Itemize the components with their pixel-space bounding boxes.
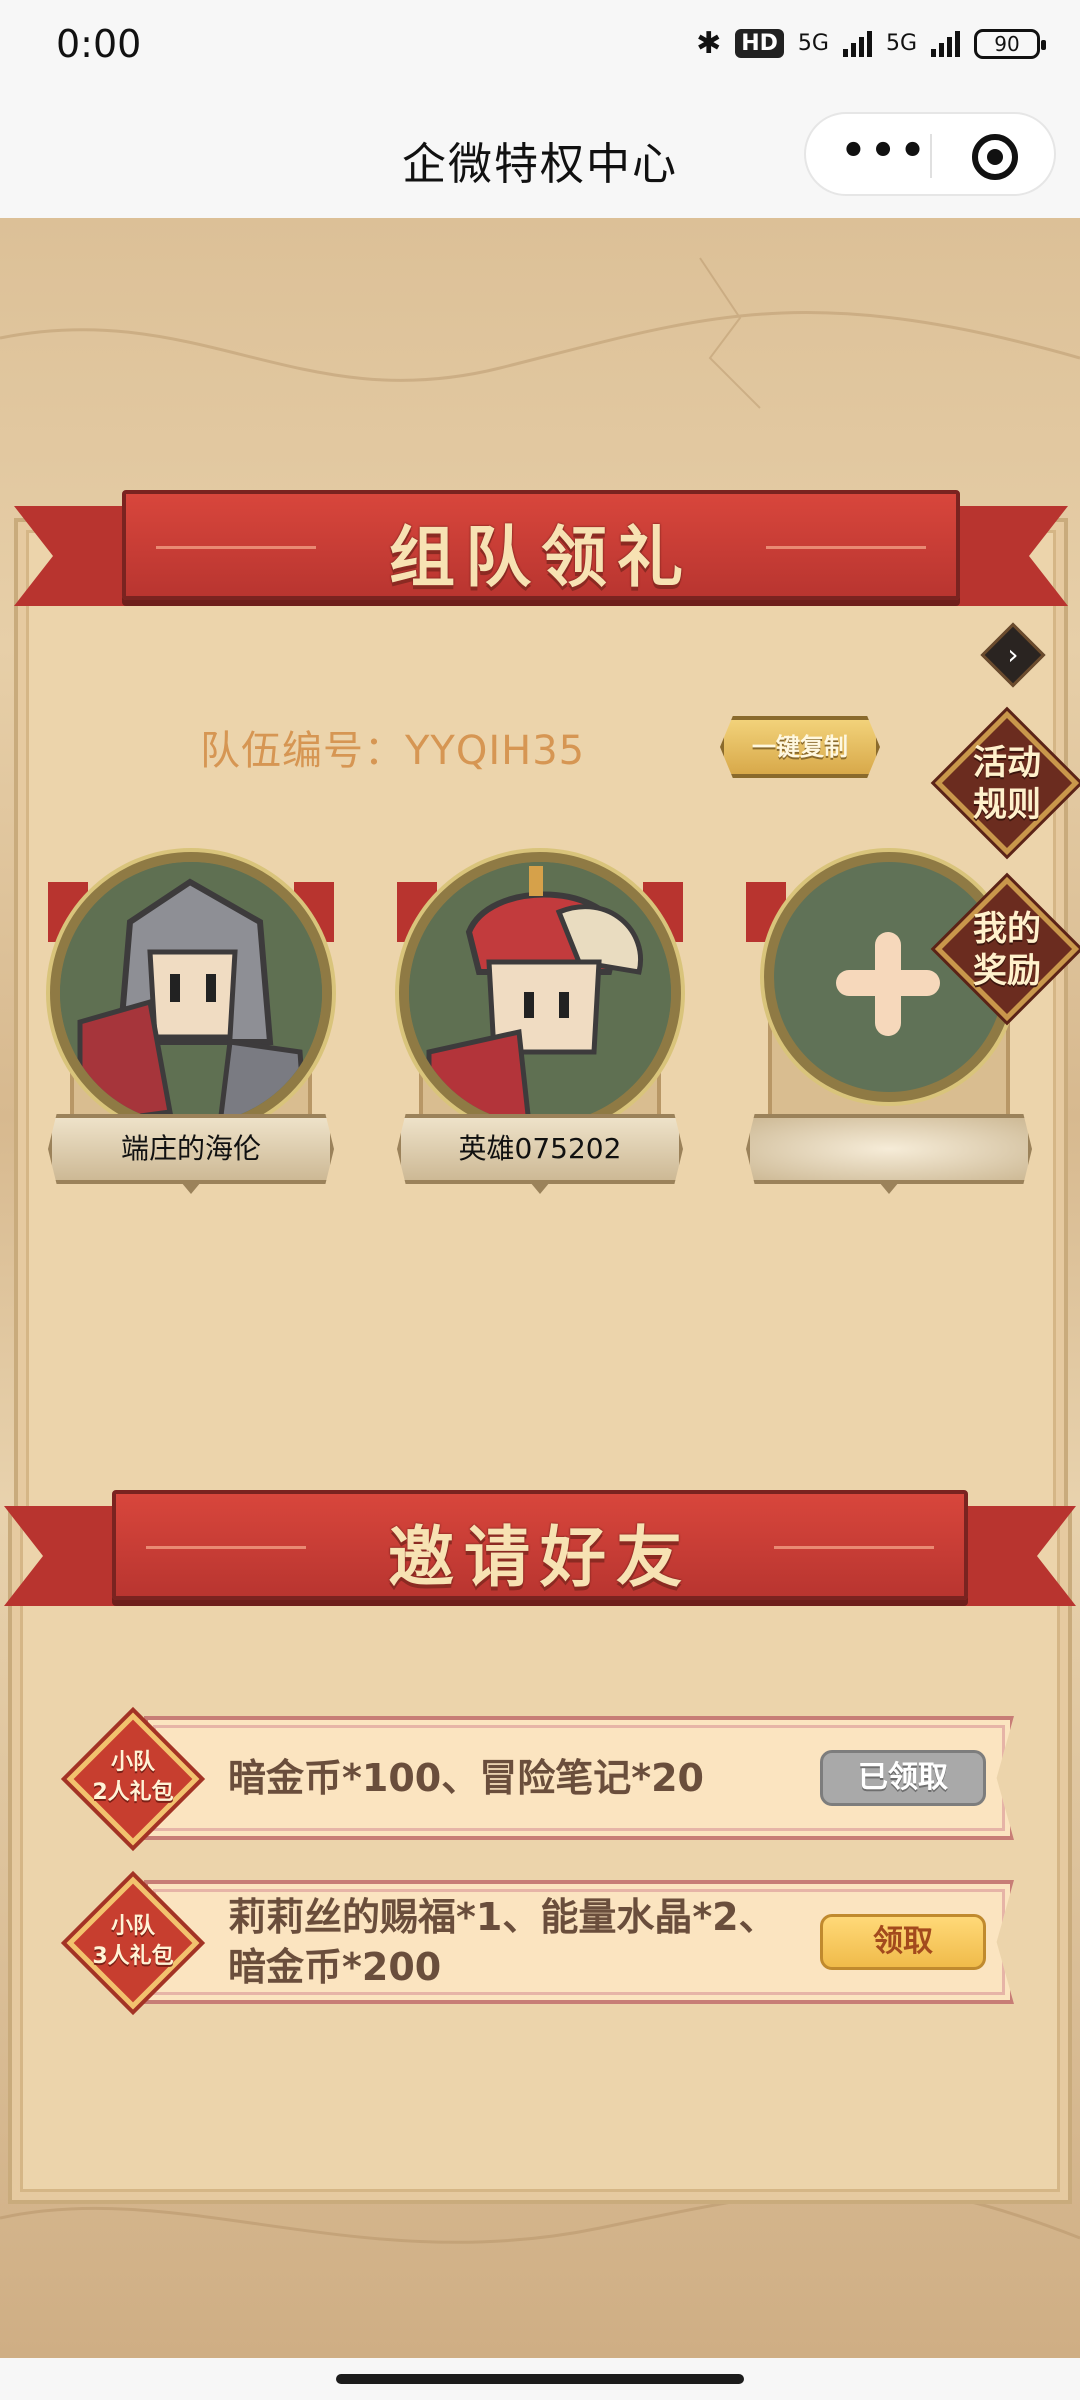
gift-badge-label: 小队 3人礼包: [92, 1914, 174, 1969]
gift-description: 莉莉丝的赐福*1、能量水晶*2、 暗金币*200: [228, 1895, 777, 1989]
claimed-button[interactable]: 已领取: [820, 1750, 986, 1806]
gift-row-3-person: 小队 3人礼包 莉莉丝的赐福*1、能量水晶*2、 暗金币*200 领取: [64, 1874, 1024, 2010]
more-dots-icon[interactable]: •••: [840, 131, 930, 174]
member-name-empty: [746, 1114, 1032, 1184]
gift-badge: 小队 2人礼包: [66, 1712, 200, 1846]
gift-badge-label: 小队 2人礼包: [92, 1750, 174, 1805]
signal-icon-2: [931, 30, 960, 57]
team-member-2[interactable]: 英雄075202: [397, 852, 683, 1194]
claim-button[interactable]: 领取: [820, 1914, 986, 1970]
team-member-1[interactable]: 端庄的海伦: [48, 852, 334, 1194]
hd-icon: HD: [735, 29, 784, 58]
copy-button[interactable]: 一键复制: [720, 716, 880, 778]
invite-banner-title: 邀请好友: [388, 1519, 692, 1596]
nav-bar: 企微特权中心 •••: [0, 100, 1080, 218]
team-id-label: 队伍编号：YYQIH35: [200, 728, 586, 774]
chevron-right-icon: ›: [1007, 638, 1019, 671]
status-time: 0:00: [56, 22, 142, 66]
knight-avatar-art: [60, 862, 322, 1124]
target-icon[interactable]: [972, 134, 1018, 180]
gift-row-2-person: 小队 2人礼包 暗金币*100、冒险笔记*20 已领取: [64, 1710, 1024, 1846]
member-name: 端庄的海伦: [48, 1114, 334, 1184]
plus-bar-vertical: [875, 932, 901, 1036]
invite-banner: 邀请好友: [4, 1490, 1076, 1630]
member-name: 英雄075202: [397, 1114, 683, 1184]
hero-avatar-art: [409, 862, 671, 1124]
rules-button-label: 活动 规则: [973, 743, 1041, 825]
hero-avatar: [399, 852, 681, 1134]
member-tip: [530, 1182, 550, 1194]
network-label-1: 5G: [797, 31, 829, 56]
my-rewards-button[interactable]: 我的 奖励: [934, 876, 1080, 1022]
status-bar: 0:00 ✱ HD 5G 5G 90: [0, 0, 1080, 100]
battery-icon: 90: [974, 28, 1046, 59]
knight-avatar: [50, 852, 332, 1134]
member-tip: [879, 1182, 899, 1194]
status-icons: ✱ HD 5G 5G 90: [696, 26, 1046, 61]
team-banner: 组队领礼: [14, 490, 1068, 630]
mini-program-capsule: •••: [804, 112, 1056, 196]
team-banner-title: 组队领礼: [389, 519, 693, 596]
capsule-divider: [930, 134, 932, 178]
rules-button[interactable]: 活动 规则: [934, 710, 1080, 856]
rewards-button-label: 我的 奖励: [973, 909, 1041, 991]
network-label-2: 5G: [885, 31, 917, 56]
home-indicator[interactable]: [336, 2374, 744, 2384]
signal-icon: [842, 30, 872, 57]
gift-badge: 小队 3人礼包: [66, 1876, 200, 2010]
activity-content[interactable]: 组队领礼 › 队伍编号：YYQIH35 一键复制 活动 规则 端庄的海伦 英雄0…: [0, 218, 1080, 2358]
gift-description: 暗金币*100、冒险笔记*20: [228, 1756, 704, 1800]
member-tip: [181, 1182, 201, 1194]
bluetooth-icon: ✱: [696, 26, 722, 61]
